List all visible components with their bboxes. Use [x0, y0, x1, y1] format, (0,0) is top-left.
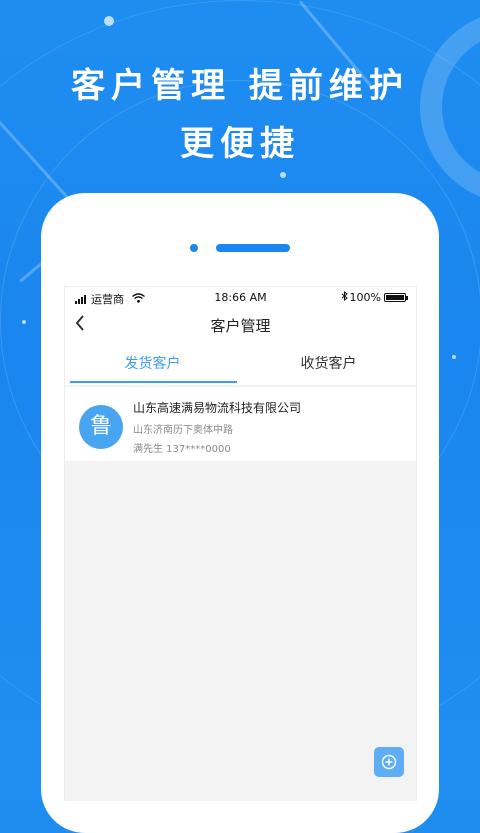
customer-contact: 满先生 137****0000: [133, 444, 231, 455]
customer-list-item[interactable]: 鲁 山东高速满易物流科技有限公司 山东济南历下奥体中路 满先生 137****0…: [65, 387, 416, 461]
sparkle-dot: [280, 172, 286, 178]
tab-receiver-customers[interactable]: 收货客户: [241, 353, 416, 373]
status-bar: 运营商 18:66 AM 100%: [65, 287, 416, 309]
sparkle-dot: [452, 355, 456, 359]
sparkle-dot: [104, 16, 114, 26]
status-right: 100%: [341, 290, 408, 304]
hero-title-line1: 客户管理 提前维护: [71, 66, 409, 106]
active-tab-indicator: [70, 381, 237, 383]
nav-bar: 客户管理: [65, 309, 416, 339]
avatar: 鲁: [79, 405, 123, 449]
battery-icon: [384, 293, 408, 302]
tab-shipper-customers[interactable]: 发货客户: [65, 353, 240, 373]
plus-circle-icon: [374, 754, 404, 770]
customer-name: 山东高速满易物流科技有限公司: [133, 401, 302, 415]
customer-address: 山东济南历下奥体中路: [133, 425, 233, 436]
phone-camera-icon: [190, 244, 198, 252]
phone-speaker: [216, 244, 290, 252]
app-screen: 运营商 18:66 AM 100% 客户管理 发货客户 收货客户 鲁 山东高速满…: [64, 286, 417, 801]
hero-title-line2: 更便捷: [180, 124, 300, 164]
bluetooth-icon: [341, 290, 348, 304]
tab-bar: 发货客户 收货客户: [65, 339, 416, 385]
sparkle-dot: [22, 320, 26, 324]
page-title: 客户管理: [210, 317, 271, 335]
battery-percent: 100%: [349, 291, 381, 304]
add-customer-button[interactable]: [374, 747, 404, 777]
